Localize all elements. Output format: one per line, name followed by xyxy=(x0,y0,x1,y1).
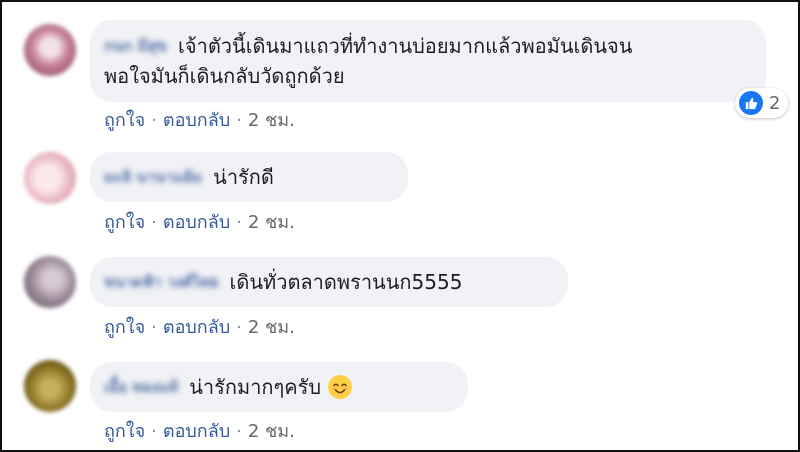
separator-dot: · xyxy=(151,110,157,131)
thumbs-up-icon xyxy=(739,91,763,115)
comment-text-line2: พอใจมันก็เดินกลับวัดถูกด้วย xyxy=(104,63,345,88)
smiling-face-icon xyxy=(328,375,353,399)
reply-link[interactable]: ตอบกลับ xyxy=(163,212,230,233)
comment-text: เดินทั่วตลาดพรานนก5555 xyxy=(229,270,463,294)
separator-dot: · xyxy=(236,421,242,442)
like-link[interactable]: ถูกใจ xyxy=(104,421,145,442)
separator-dot: · xyxy=(236,110,242,131)
comment-author[interactable]: ขนาดฟ้า วงศ์ไทย xyxy=(104,270,218,294)
like-link[interactable]: ถูกใจ xyxy=(104,110,145,131)
comment-actions: ถูกใจ · ตอบกลับ · 2 ชม. xyxy=(104,207,295,236)
like-link[interactable]: ถูกใจ xyxy=(104,212,145,233)
timestamp[interactable]: 2 ชม. xyxy=(248,317,295,338)
reply-link[interactable]: ตอบกลับ xyxy=(163,110,230,131)
comment-actions: ถูกใจ · ตอบกลับ · 2 ชม. xyxy=(104,416,295,445)
avatar[interactable] xyxy=(24,256,76,308)
comment-actions: ถูกใจ · ตอบกลับ · 2 ชม. xyxy=(104,105,295,134)
timestamp[interactable]: 2 ชม. xyxy=(248,212,295,233)
comment-actions: ถูกใจ · ตอบกลับ · 2 ชม. xyxy=(104,312,295,341)
reply-link[interactable]: ตอบกลับ xyxy=(163,421,230,442)
like-link[interactable]: ถูกใจ xyxy=(104,317,145,338)
comment-text: น่ารักดี xyxy=(213,165,274,189)
comment-bubble: มะลิ นานาแย้ม น่ารักดี xyxy=(90,152,408,202)
avatar[interactable] xyxy=(24,360,76,412)
comment-section: กนก มีสุข เจ้าตัวนี้เดินมาแถวที่ทำงานบ่อ… xyxy=(0,0,800,452)
reaction-summary[interactable]: 2 xyxy=(735,88,789,118)
reaction-count: 2 xyxy=(769,92,781,114)
separator-dot: · xyxy=(151,421,157,442)
comment-author[interactable]: กนก มีสุข xyxy=(104,31,167,61)
avatar[interactable] xyxy=(24,24,76,76)
separator-dot: · xyxy=(151,212,157,233)
timestamp[interactable]: 2 ชม. xyxy=(248,421,295,442)
comment-bubble: เอื้อ ทองแท้ น่ารักมากๆครับ xyxy=(90,362,468,412)
comment-bubble: ขนาดฟ้า วงศ์ไทย เดินทั่วตลาดพรานนก5555 xyxy=(90,257,568,307)
separator-dot: · xyxy=(236,317,242,338)
comment-text: น่ารักมากๆครับ xyxy=(189,375,322,399)
comment-author[interactable]: มะลิ นานาแย้ม xyxy=(104,165,202,189)
reply-link[interactable]: ตอบกลับ xyxy=(163,317,230,338)
comment-text: เจ้าตัวนี้เดินมาแถวที่ทำงานบ่อยมากแล้วพอ… xyxy=(178,33,633,58)
comment-author[interactable]: เอื้อ ทองแท้ xyxy=(104,375,178,399)
separator-dot: · xyxy=(151,317,157,338)
avatar[interactable] xyxy=(24,152,76,204)
timestamp[interactable]: 2 ชม. xyxy=(248,110,295,131)
comment-bubble: กนก มีสุข เจ้าตัวนี้เดินมาแถวที่ทำงานบ่อ… xyxy=(90,20,766,102)
separator-dot: · xyxy=(236,212,242,233)
